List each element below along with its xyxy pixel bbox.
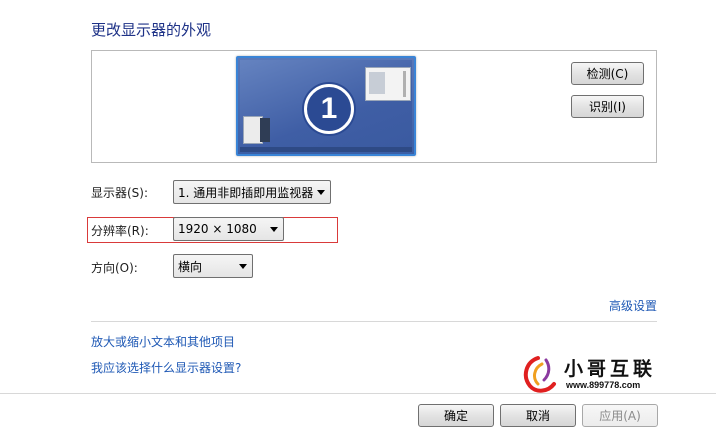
resolution-select-value: 1920 × 1080 [178, 222, 257, 236]
footer-divider [0, 393, 716, 394]
section-divider [91, 321, 657, 322]
monitor-number-badge: 1 [304, 84, 354, 134]
watermark-logo: 小哥互联 www.899778.com [516, 354, 666, 394]
text-size-link[interactable]: 放大或缩小文本和其他项目 [91, 333, 235, 350]
resolution-select[interactable]: 1920 × 1080 [173, 217, 284, 241]
window-thumbnail-icon [365, 67, 411, 101]
orientation-label: 方向(O): [91, 261, 138, 275]
chevron-down-icon [239, 264, 247, 269]
display-label: 显示器(S): [91, 186, 149, 200]
chevron-down-icon [317, 190, 325, 195]
apply-button[interactable]: 应用(A) [582, 404, 658, 427]
chevron-down-icon [270, 227, 278, 232]
advanced-settings-link[interactable]: 高级设置 [609, 297, 657, 314]
watermark-name: 小哥互联 [564, 358, 657, 380]
swirl-logo-icon [523, 356, 556, 393]
monitor-1-thumbnail[interactable]: 1 [236, 56, 416, 156]
orientation-select[interactable]: 横向 [173, 254, 253, 278]
identify-button[interactable]: 识别(I) [571, 95, 644, 118]
taskbar-thumbnail [240, 147, 412, 152]
resolution-label: 分辨率(R): [91, 224, 149, 238]
cancel-button[interactable]: 取消 [500, 404, 576, 427]
display-select-value: 1. 通用非即插即用监视器 [178, 185, 314, 200]
sidebar-thumbnail-icon [260, 118, 270, 142]
monitor-screen: 1 [240, 60, 412, 152]
watermark-url: www.899778.com [566, 380, 641, 390]
page-title: 更改显示器的外观 [91, 21, 212, 39]
display-select[interactable]: 1. 通用非即插即用监视器 [173, 180, 331, 204]
ok-button[interactable]: 确定 [418, 404, 494, 427]
which-settings-link[interactable]: 我应该选择什么显示器设置? [91, 359, 241, 376]
orientation-select-value: 横向 [178, 259, 203, 274]
detect-button[interactable]: 检测(C) [571, 62, 644, 85]
